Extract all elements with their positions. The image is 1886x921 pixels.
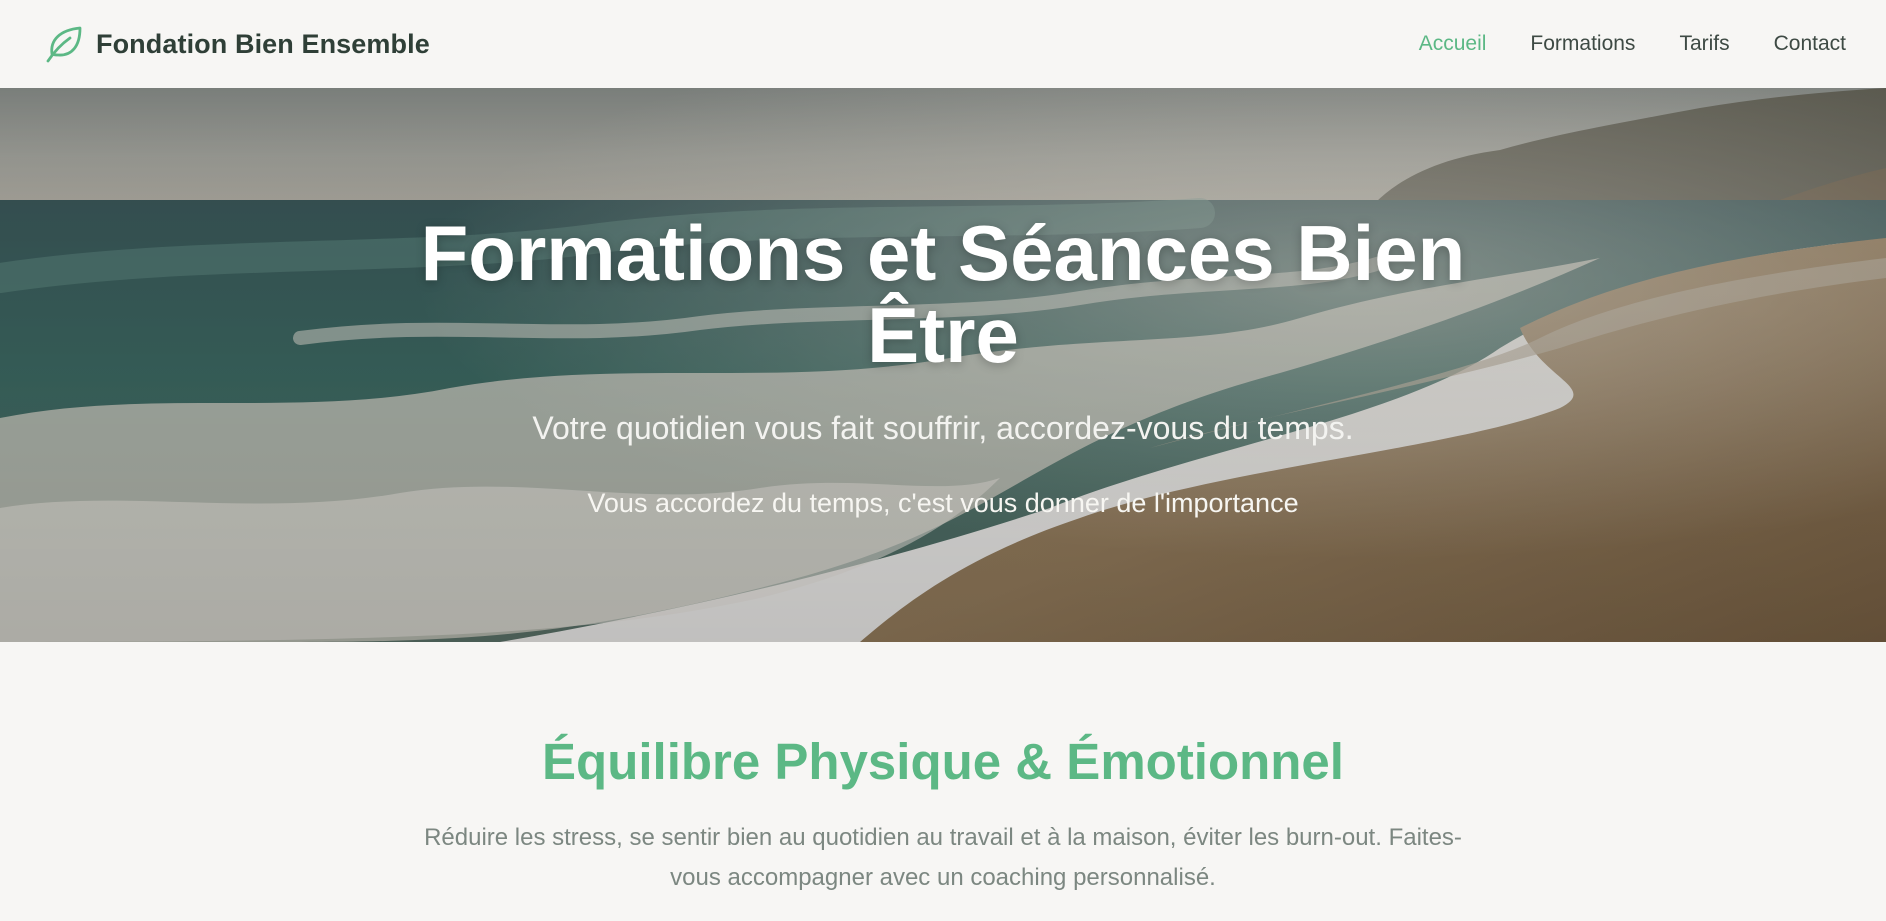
brand-link[interactable]: Fondation Bien Ensemble <box>44 24 430 64</box>
main-nav: Accueil Formations Tarifs Contact <box>1419 32 1846 56</box>
hero-banner: Formations et Séances Bien Être Votre qu… <box>0 88 1886 642</box>
section-title: Équilibre Physique & Émotionnel <box>542 733 1344 790</box>
nav-link-formations[interactable]: Formations <box>1530 32 1635 56</box>
hero-subtitle: Votre quotidien vous fait souffrir, acco… <box>532 410 1354 446</box>
nav-link-contact[interactable]: Contact <box>1774 32 1846 56</box>
hero-content: Formations et Séances Bien Être Votre qu… <box>0 88 1886 642</box>
intro-section: Équilibre Physique & Émotionnel Réduire … <box>0 642 1886 921</box>
nav-link-accueil[interactable]: Accueil <box>1419 32 1487 56</box>
section-text: Réduire les stress, se sentir bien au qu… <box>424 824 1462 891</box>
hero-tagline: Vous accordez du temps, c'est vous donne… <box>587 488 1299 518</box>
hero-title: Formations et Séances Bien Être <box>420 209 1466 379</box>
leaf-icon <box>44 24 84 64</box>
site-header: Fondation Bien Ensemble Accueil Formatio… <box>0 0 1886 88</box>
nav-link-tarifs[interactable]: Tarifs <box>1679 32 1729 56</box>
brand-name: Fondation Bien Ensemble <box>96 28 430 59</box>
